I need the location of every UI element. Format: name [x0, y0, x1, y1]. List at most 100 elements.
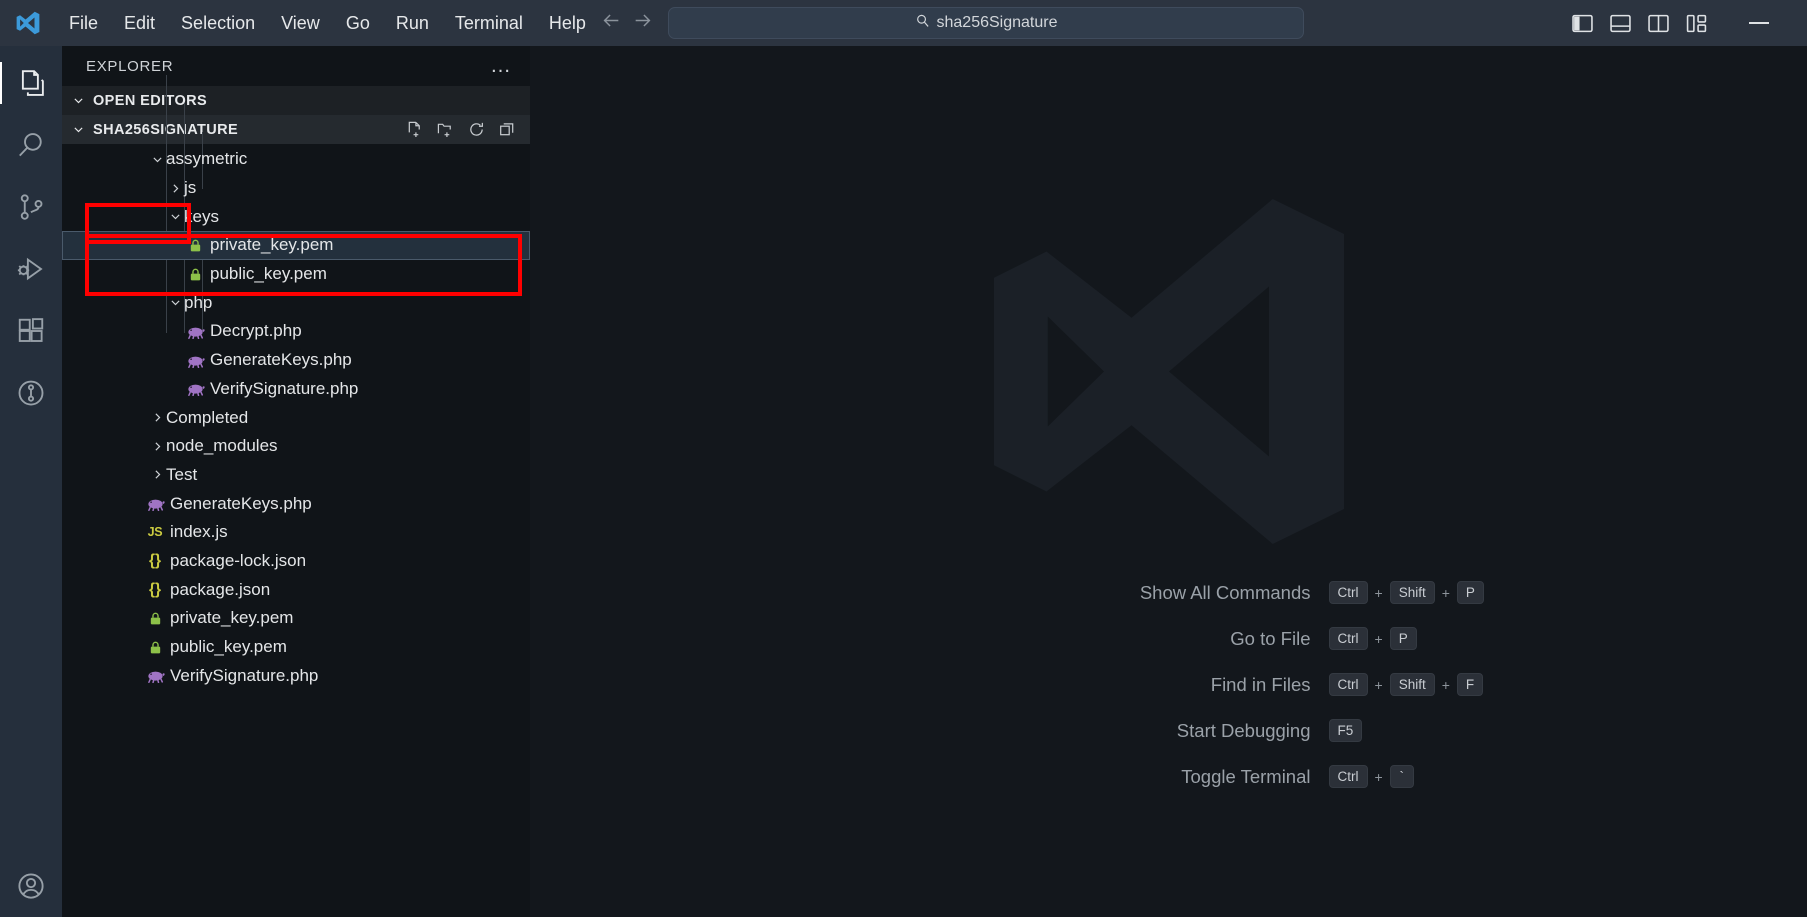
chevron-right-icon [148, 468, 166, 481]
chevron-down-icon [70, 123, 87, 136]
key-f5: F5 [1328, 719, 1363, 742]
editor-area: Show All Commands Ctrl + Shift + P Go to… [530, 46, 1807, 917]
php-icon [184, 324, 206, 339]
lock-icon [184, 267, 206, 282]
tree-item-label: keys [184, 206, 219, 226]
tree-item-label: php [184, 292, 213, 312]
menu-run[interactable]: Run [383, 9, 442, 38]
chevron-right-icon [148, 440, 166, 453]
toggle-secondary-sidebar-icon[interactable] [1647, 13, 1669, 33]
menu-help[interactable]: Help [536, 9, 599, 38]
tree-item-label: VerifySignature.php [170, 665, 319, 685]
lock-icon [144, 640, 166, 655]
shortcut-label: Find in Files [1210, 673, 1311, 695]
php-icon [144, 668, 166, 684]
sidebar-item-accounts[interactable] [0, 855, 62, 917]
section-open-editors[interactable]: OPEN EDITORS [62, 86, 530, 115]
key-ctrl: Ctrl [1328, 581, 1368, 604]
shortcut-label: Start Debugging [1176, 719, 1311, 741]
menu-selection[interactable]: Selection [168, 9, 268, 38]
key-ctrl: Ctrl [1328, 673, 1368, 696]
tree-item-label: Completed [166, 407, 249, 427]
tree-item-test[interactable]: Test [62, 461, 530, 490]
tree-item-php[interactable]: php [62, 288, 530, 317]
json-icon: {} [148, 580, 162, 598]
minimize-button[interactable] [1749, 22, 1769, 24]
tree-item-js[interactable]: js [62, 174, 530, 203]
key-p: P [1456, 581, 1484, 604]
shortcut-label: Show All Commands [1139, 581, 1311, 603]
menu-file[interactable]: File [56, 9, 111, 38]
tree-item-private-key-pem[interactable]: private_key.pem [62, 231, 530, 260]
tree-item-verifysignature-php[interactable]: VerifySignature.php [62, 661, 530, 690]
tree-item-label: assymetric [166, 149, 248, 169]
chevron-down-icon [166, 210, 184, 223]
arrow-right-icon[interactable] [632, 10, 654, 37]
tree-item-index-js[interactable]: JS index.js [62, 518, 530, 547]
tree-item-verifysignature-php-nested[interactable]: VerifySignature.php [62, 375, 530, 404]
key-ctrl: Ctrl [1328, 627, 1368, 650]
activity-bar [0, 46, 62, 917]
explorer-sidebar: EXPLORER … OPEN EDITORS SHA256SIGNATURE [62, 46, 530, 917]
command-center-value: sha256Signature [936, 14, 1058, 31]
file-tree: assymetric js keys private_key.pem publi… [62, 75, 530, 917]
menu-edit[interactable]: Edit [111, 9, 168, 38]
refresh-icon[interactable] [468, 121, 485, 138]
sidebar-item-extensions[interactable] [0, 300, 62, 362]
explorer-more-actions-button[interactable]: … [490, 55, 512, 76]
tree-item-generatekeys-php[interactable]: GenerateKeys.php [62, 489, 530, 518]
key-ctrl: Ctrl [1328, 765, 1368, 788]
tree-item-assymetric[interactable]: assymetric [62, 145, 530, 174]
collapse-all-icon[interactable] [499, 121, 516, 138]
sidebar-item-timeline[interactable] [0, 362, 62, 424]
tree-item-node-modules[interactable]: node_modules [62, 432, 530, 461]
tree-item-label: package-lock.json [170, 550, 307, 570]
new-file-icon[interactable] [406, 121, 423, 138]
tree-item-label: Decrypt.php [210, 321, 302, 341]
shortcut-label: Go to File [1230, 627, 1311, 649]
tree-item-label: VerifySignature.php [210, 378, 359, 398]
tree-item-package-lock-json[interactable]: {} package-lock.json [62, 547, 530, 576]
arrow-left-icon[interactable] [600, 10, 622, 37]
tree-item-completed[interactable]: Completed [62, 403, 530, 432]
tree-item-label: GenerateKeys.php [210, 350, 352, 370]
tree-item-keys[interactable]: keys [62, 202, 530, 231]
sidebar-item-source-control[interactable] [0, 176, 62, 238]
tree-item-label: index.js [170, 522, 228, 542]
php-icon [184, 353, 206, 368]
sidebar-item-run-and-debug[interactable] [0, 238, 62, 300]
section-workspace[interactable]: SHA256SIGNATURE [62, 115, 530, 144]
toggle-primary-sidebar-icon[interactable] [1571, 13, 1593, 33]
tree-item-generatekeys-php-nested[interactable]: GenerateKeys.php [62, 346, 530, 375]
key-separator: + [1374, 768, 1383, 785]
chevron-down-icon [166, 296, 184, 309]
lock-icon [184, 238, 206, 253]
key-separator: + [1374, 584, 1383, 601]
workspace-actions [406, 121, 530, 138]
tree-item-private-key-pem-root[interactable]: private_key.pem [62, 604, 530, 633]
toggle-panel-icon[interactable] [1609, 13, 1631, 33]
key-separator: + [1374, 630, 1383, 647]
welcome-shortcuts: Show All Commands Ctrl + Shift + P Go to… [849, 581, 1489, 788]
menu-view[interactable]: View [268, 9, 333, 38]
tree-item-public-key-pem-root[interactable]: public_key.pem [62, 633, 530, 662]
key-p: P [1389, 627, 1417, 650]
vscode-watermark-logo [954, 172, 1384, 577]
menu-go[interactable]: Go [333, 9, 383, 38]
tree-item-label: Test [166, 464, 198, 484]
tree-item-label: public_key.pem [170, 637, 287, 657]
sidebar-item-search[interactable] [0, 114, 62, 176]
tree-item-label: private_key.pem [170, 608, 294, 628]
tree-item-public-key-pem[interactable]: public_key.pem [62, 260, 530, 289]
customize-layout-icon[interactable] [1685, 13, 1707, 33]
tree-item-decrypt-php[interactable]: Decrypt.php [62, 317, 530, 346]
key-backtick: ` [1389, 765, 1414, 788]
menu-terminal[interactable]: Terminal [442, 9, 536, 38]
shortcut-label: Toggle Terminal [1181, 765, 1311, 787]
key-shift: Shift [1389, 581, 1435, 604]
sidebar-item-explorer[interactable] [0, 52, 62, 114]
key-separator: + [1441, 584, 1450, 601]
tree-item-package-json[interactable]: {} package.json [62, 575, 530, 604]
new-folder-icon[interactable] [437, 121, 454, 138]
command-center[interactable]: sha256Signature [668, 7, 1304, 39]
